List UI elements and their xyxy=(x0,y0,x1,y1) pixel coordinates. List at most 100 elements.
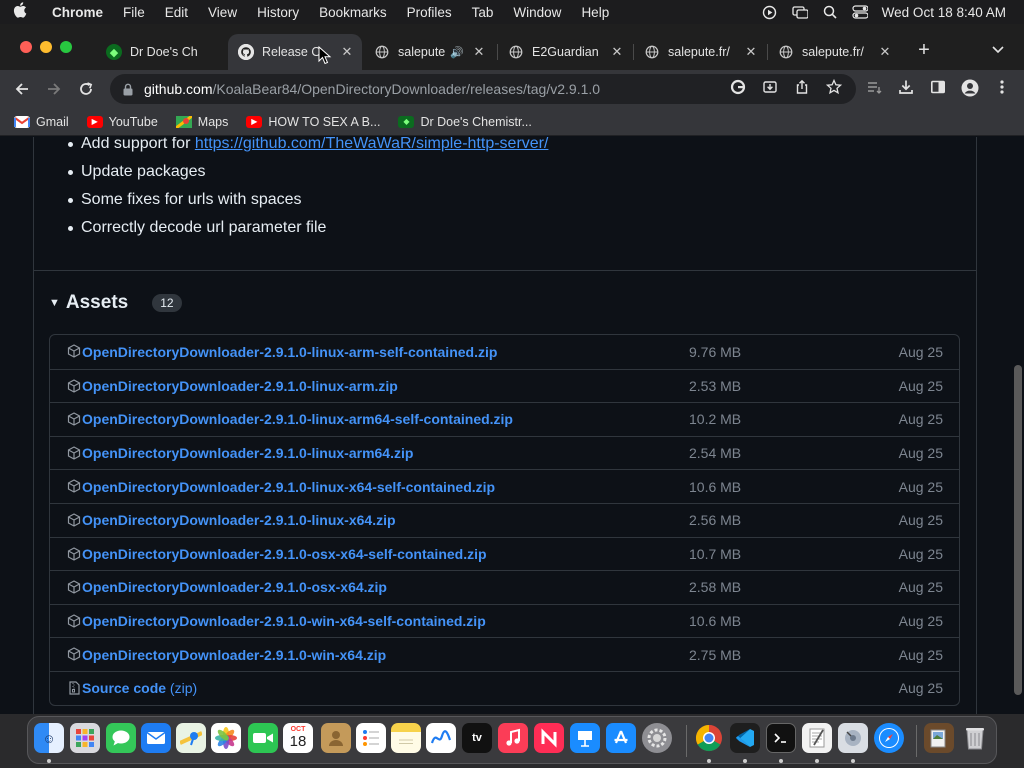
close-window-button[interactable] xyxy=(20,41,32,53)
chrome-icon[interactable] xyxy=(694,723,724,753)
reading-list-icon[interactable] xyxy=(864,79,884,99)
tab-salepute-2[interactable]: salepute.fr/ ✕ xyxy=(634,34,766,70)
bookmark-maps[interactable]: Maps xyxy=(175,115,228,129)
tab-salepute-audio[interactable]: salepute 🔊 ✕ xyxy=(364,34,494,70)
contacts-icon[interactable] xyxy=(321,723,351,753)
photos-icon[interactable] xyxy=(211,723,241,753)
notes-icon[interactable] xyxy=(391,723,421,753)
freeform-icon[interactable] xyxy=(426,723,456,753)
asset-link[interactable]: OpenDirectoryDownloader-2.9.1.0-linux-ar… xyxy=(82,445,413,461)
asset-link[interactable]: OpenDirectoryDownloader-2.9.1.0-linux-x6… xyxy=(82,512,396,528)
keynote-icon[interactable] xyxy=(570,723,600,753)
bookmark-youtube[interactable]: ▶ YouTube xyxy=(86,115,158,129)
menu-app-name[interactable]: Chrome xyxy=(40,5,113,20)
zoom-window-button[interactable] xyxy=(60,41,72,53)
asset-link[interactable]: OpenDirectoryDownloader-2.9.1.0-win-x64-… xyxy=(82,613,486,629)
forward-arrow-icon[interactable] xyxy=(42,78,66,100)
package-icon xyxy=(67,647,81,662)
vscode-icon[interactable] xyxy=(730,723,760,753)
assets-toggle[interactable]: ▼ Assets 12 xyxy=(49,292,182,314)
close-tab-icon[interactable]: ✕ xyxy=(470,44,488,60)
appletv-icon[interactable]: tv xyxy=(462,723,492,753)
safari-icon[interactable] xyxy=(874,723,904,753)
mail-icon[interactable] xyxy=(141,723,171,753)
messages-icon[interactable] xyxy=(106,723,136,753)
minimize-window-button[interactable] xyxy=(40,41,52,53)
new-tab-plus-icon[interactable]: + xyxy=(914,40,934,60)
asset-link[interactable]: OpenDirectoryDownloader-2.9.1.0-linux-ar… xyxy=(82,344,497,360)
lock-icon[interactable] xyxy=(122,83,134,96)
close-tab-icon[interactable]: ✕ xyxy=(742,44,760,60)
bookmark-gmail[interactable]: Gmail xyxy=(14,115,69,129)
asset-link[interactable]: OpenDirectoryDownloader-2.9.1.0-win-x64.… xyxy=(82,647,386,663)
source-code-zip-link[interactable]: Source code (zip) xyxy=(82,680,197,696)
diskutility-icon[interactable] xyxy=(838,723,868,753)
screen-mirror-icon[interactable] xyxy=(792,5,808,19)
preview-icon[interactable] xyxy=(924,723,954,753)
asset-link[interactable]: OpenDirectoryDownloader-2.9.1.0-linux-ar… xyxy=(82,378,398,394)
apple-menu-icon[interactable] xyxy=(0,2,40,22)
menu-tab[interactable]: Tab xyxy=(462,5,504,20)
news-icon[interactable] xyxy=(534,723,564,753)
facetime-icon[interactable] xyxy=(248,723,278,753)
close-tab-icon[interactable]: ✕ xyxy=(608,44,626,60)
asset-link[interactable]: OpenDirectoryDownloader-2.9.1.0-osx-x64.… xyxy=(82,579,387,595)
appstore-icon[interactable] xyxy=(606,723,636,753)
menu-profiles[interactable]: Profiles xyxy=(397,5,462,20)
speaker-audio-icon[interactable]: 🔊 xyxy=(450,46,464,59)
menu-history[interactable]: History xyxy=(247,5,309,20)
url-host: github.com xyxy=(144,81,213,97)
google-lens-icon[interactable] xyxy=(728,79,748,99)
close-tab-icon[interactable]: ✕ xyxy=(338,44,356,60)
spotlight-search-icon[interactable] xyxy=(822,5,838,19)
back-arrow-icon[interactable] xyxy=(10,78,34,100)
bookmark-dr-doe[interactable]: ◆ Dr Doe's Chemistr... xyxy=(398,115,532,129)
package-icon xyxy=(67,513,81,527)
finder-icon[interactable]: ☺ xyxy=(34,723,64,753)
asset-link[interactable]: OpenDirectoryDownloader-2.9.1.0-osx-x64-… xyxy=(82,546,487,562)
bookmark-how-to[interactable]: ▶ HOW TO SEX A B... xyxy=(246,115,380,129)
menu-bookmarks[interactable]: Bookmarks xyxy=(309,5,397,20)
chrome-menu-kebab-icon[interactable] xyxy=(992,79,1012,99)
menu-help[interactable]: Help xyxy=(571,5,619,20)
menu-window[interactable]: Window xyxy=(503,5,571,20)
terminal-icon[interactable] xyxy=(766,723,796,753)
tab-separator xyxy=(633,44,634,60)
install-app-icon[interactable] xyxy=(760,79,780,99)
menubar-clock[interactable]: Wed Oct 18 8:40 AM xyxy=(882,5,1006,20)
music-icon[interactable] xyxy=(498,723,528,753)
menu-file[interactable]: File xyxy=(113,5,155,20)
control-center-icon[interactable] xyxy=(852,5,868,19)
share-icon[interactable] xyxy=(792,79,812,99)
release-note-link[interactable]: https://github.com/TheWaWaR/simple-http-… xyxy=(195,137,549,152)
screen-record-icon[interactable] xyxy=(762,5,778,19)
tab-dr-doe[interactable]: ◆ Dr Doe's Ch xyxy=(96,34,228,70)
side-panel-icon[interactable] xyxy=(928,79,948,99)
note-text: Update packages xyxy=(81,163,206,180)
menu-edit[interactable]: Edit xyxy=(155,5,198,20)
tab-salepute-3[interactable]: salepute.fr/ ✕ xyxy=(768,34,900,70)
systemsettings-icon[interactable] xyxy=(642,723,672,753)
textedit-icon[interactable] xyxy=(802,723,832,753)
page-scrollbar-thumb[interactable] xyxy=(1014,365,1022,695)
tab-e2guardian[interactable]: E2Guardian ✕ xyxy=(498,34,632,70)
globe-icon xyxy=(778,44,794,60)
calendar-icon[interactable]: OCT 18 xyxy=(283,723,313,753)
url-text[interactable]: github.com/KoalaBear84/OpenDirectoryDown… xyxy=(144,81,600,97)
profile-avatar-icon[interactable] xyxy=(960,79,980,99)
menu-view[interactable]: View xyxy=(198,5,247,20)
trash-icon[interactable] xyxy=(960,723,990,753)
tab-title: Dr Doe's Ch xyxy=(130,45,198,59)
bookmark-label: Gmail xyxy=(36,114,69,129)
bookmark-star-icon[interactable] xyxy=(824,78,844,99)
launchpad-icon[interactable] xyxy=(70,723,100,753)
asset-link[interactable]: OpenDirectoryDownloader-2.9.1.0-linux-ar… xyxy=(82,411,513,427)
tab-release[interactable]: Release O ✕ xyxy=(228,34,362,70)
close-tab-icon[interactable]: ✕ xyxy=(876,44,894,60)
maps-app-icon[interactable] xyxy=(176,723,206,753)
reminders-icon[interactable] xyxy=(356,723,386,753)
asset-link[interactable]: OpenDirectoryDownloader-2.9.1.0-linux-x6… xyxy=(82,479,495,495)
tab-search-chevron-icon[interactable] xyxy=(992,42,1004,57)
downloads-icon[interactable] xyxy=(896,79,916,99)
reload-icon[interactable] xyxy=(74,78,98,100)
